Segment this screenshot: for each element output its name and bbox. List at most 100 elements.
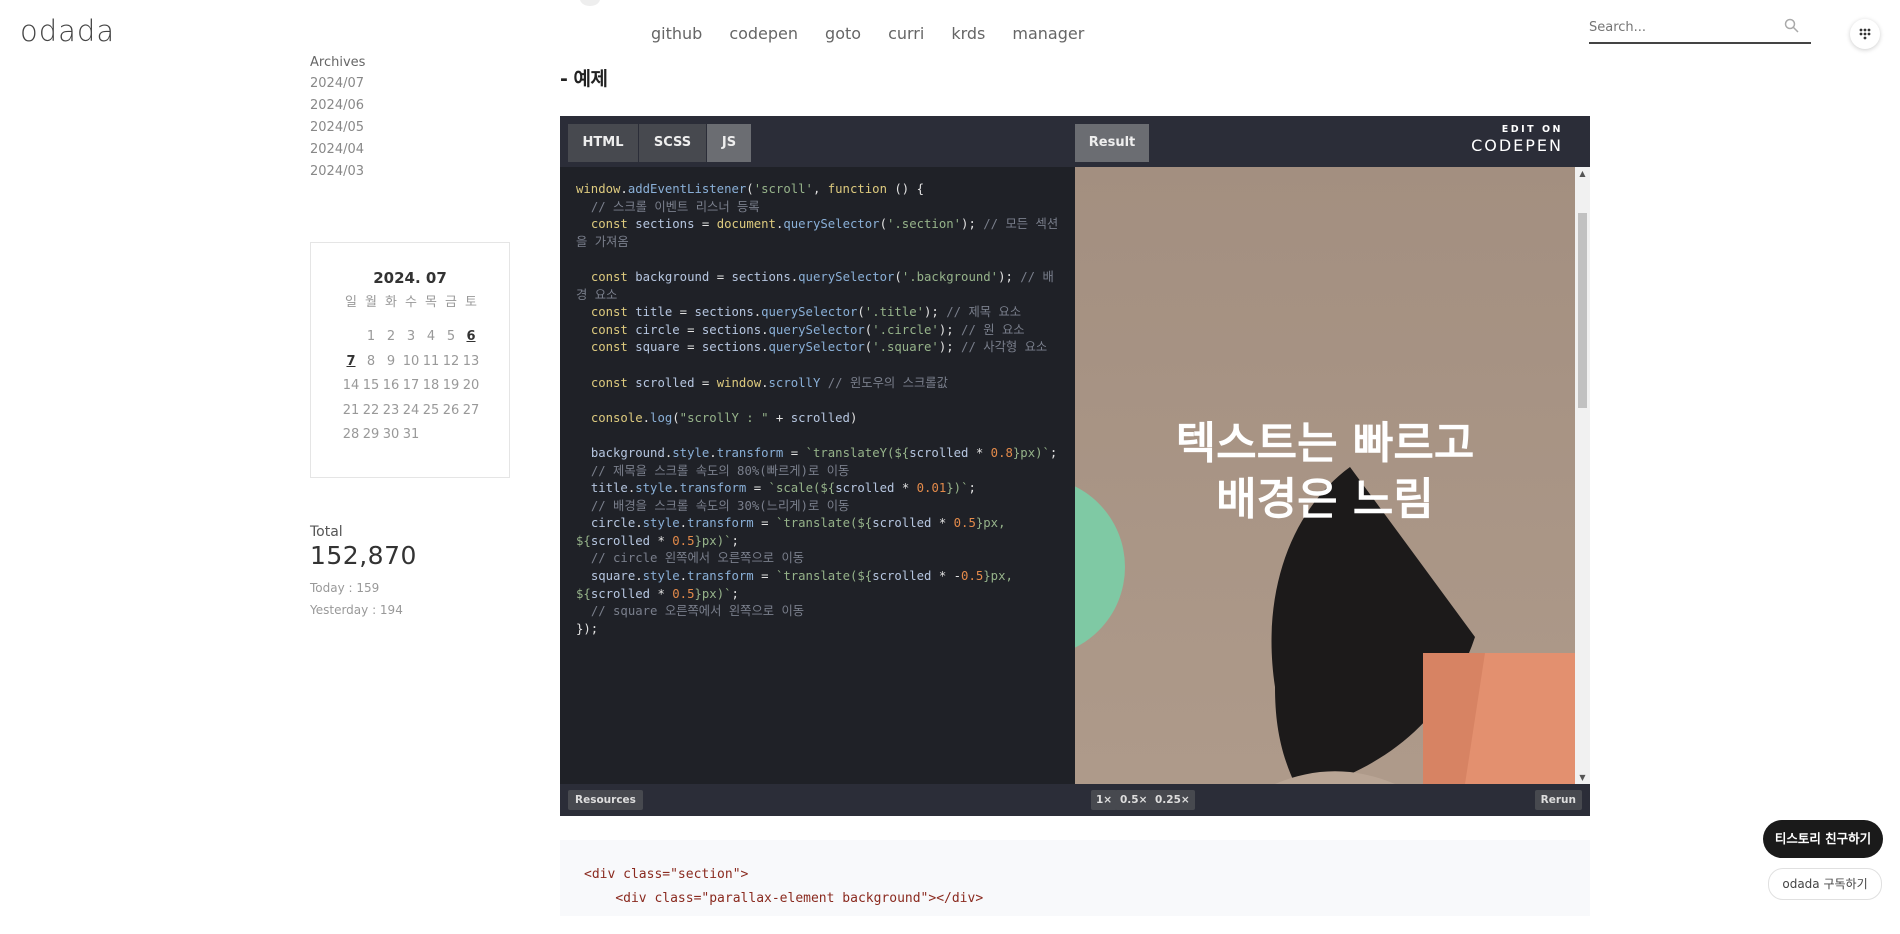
counter-yesterday: Yesterday : 194: [310, 603, 403, 617]
calendar-day[interactable]: 20: [461, 376, 481, 401]
calendar-grid: 1 2 3 4 5 6 7 8 9 10 11 12 13 14 15 16 17 18 19 20 21 22 23 24 2…: [341, 327, 509, 450]
sidebar-archives: Archives 2024/07 2024/06 2024/05 2024/04…: [310, 55, 510, 183]
nav-item-krds[interactable]: krds: [951, 24, 985, 43]
calendar-day: [421, 425, 441, 450]
calendar-day[interactable]: 29: [361, 425, 381, 450]
calendar-day[interactable]: 24: [401, 401, 421, 426]
calendar-day[interactable]: 10: [401, 352, 421, 377]
calendar-day[interactable]: 27: [461, 401, 481, 426]
nav-item-manager[interactable]: manager: [1012, 24, 1084, 43]
calendar-day[interactable]: 15: [361, 376, 381, 401]
zoom-half-button[interactable]: 0.5×: [1115, 790, 1153, 810]
scroll-down-icon[interactable]: ▼: [1578, 773, 1587, 782]
search-icon[interactable]: [1784, 18, 1799, 37]
tistory-invite-button[interactable]: 티스토리 친구하기: [1763, 820, 1883, 858]
calendar-day[interactable]: 21: [341, 401, 361, 426]
calendar-day[interactable]: 19: [441, 376, 461, 401]
calendar-day: [341, 327, 361, 352]
code-line-2: <div class="parallax-element background"…: [615, 891, 984, 906]
result-title-line2: 배경은 느림: [1216, 474, 1434, 525]
calendar-day[interactable]: 17: [401, 376, 421, 401]
zoom-1x-button[interactable]: 1×: [1091, 790, 1118, 810]
calendar-day: [461, 425, 481, 450]
search-box: [1589, 16, 1811, 44]
calendar-day[interactable]: 3: [401, 327, 421, 352]
calendar-day[interactable]: 13: [461, 352, 481, 377]
pen-toolbar: HTML SCSS JS Result EDIT ON CODEPEN: [560, 116, 1590, 167]
archive-link[interactable]: 2024/03: [310, 161, 510, 183]
tab-scss[interactable]: SCSS: [639, 124, 706, 162]
edit-on-label: EDIT ON: [1501, 124, 1563, 135]
nav-item-goto[interactable]: goto: [825, 24, 861, 43]
edit-on-codepen-link[interactable]: EDIT ON CODEPEN: [1471, 124, 1563, 155]
calendar-widget: 2024. 07 일월화수목금토 1 2 3 4 5 6 7 8 9 10 11 12 13 14 15 16…: [310, 242, 510, 478]
calendar-day[interactable]: 6: [461, 327, 481, 352]
calendar-day[interactable]: 7: [341, 352, 361, 377]
header-decoration: [580, 0, 600, 6]
calendar-day[interactable]: 30: [381, 425, 401, 450]
menu-button[interactable]: [1850, 19, 1880, 49]
result-preview[interactable]: 텍스트는 빠르고 배경은 느림 ▲ ▼: [1075, 167, 1590, 784]
html-code-block: <div class="section"> <div class="parall…: [560, 840, 1590, 916]
subscribe-button[interactable]: odada 구독하기: [1768, 868, 1882, 900]
code-line-1: <div class="section">: [584, 867, 749, 882]
calendar-weekday: 월: [365, 295, 377, 310]
calendar-day[interactable]: 14: [341, 376, 361, 401]
section-heading: - 예제: [560, 68, 608, 90]
site-logo[interactable]: odada: [20, 14, 115, 48]
calendar-weekday: 일: [345, 295, 357, 310]
tab-js[interactable]: JS: [707, 124, 751, 162]
calendar-day[interactable]: 4: [421, 327, 441, 352]
calendar-weekday: 화: [385, 295, 397, 310]
archive-link[interactable]: 2024/05: [310, 117, 510, 139]
calendar-weekday: 토: [465, 295, 477, 310]
result-title-line1: 텍스트는 빠르고: [1175, 418, 1475, 469]
scroll-up-icon[interactable]: ▲: [1578, 169, 1587, 178]
calendar-day[interactable]: 9: [381, 352, 401, 377]
resources-button[interactable]: Resources: [568, 790, 643, 810]
codepen-wordmark: CODEPEN: [1471, 136, 1563, 155]
grid-dots-icon: [1859, 28, 1871, 40]
calendar-day: [441, 425, 461, 450]
calendar-day[interactable]: 28: [341, 425, 361, 450]
calendar-day[interactable]: 16: [381, 376, 401, 401]
calendar-title: 2024. 07: [373, 269, 447, 287]
site-header: odada github codepen goto curri krds man…: [0, 0, 1900, 64]
visitor-counter: Total 152,870 Today : 159 Yesterday : 19…: [310, 524, 417, 617]
calendar-weekday: 목: [425, 295, 437, 310]
nav-item-curri[interactable]: curri: [888, 24, 924, 43]
calendar-day[interactable]: 8: [361, 352, 381, 377]
calendar-day[interactable]: 12: [441, 352, 461, 377]
archive-link[interactable]: 2024/06: [310, 95, 510, 117]
calendar-weekdays: 일월화수목금토: [341, 295, 509, 331]
counter-today: Today : 159: [310, 581, 380, 595]
counter-total: 152,870: [310, 541, 417, 570]
nav-item-codepen[interactable]: codepen: [729, 24, 798, 43]
calendar-day[interactable]: 31: [401, 425, 421, 450]
js-code: window.addEventListener('scroll', functi…: [576, 182, 1059, 636]
nav-item-github[interactable]: github: [651, 24, 702, 43]
codepen-embed: HTML SCSS JS Result EDIT ON CODEPEN wind…: [560, 116, 1590, 816]
calendar-day[interactable]: 2: [381, 327, 401, 352]
tab-result[interactable]: Result: [1075, 124, 1149, 162]
calendar-day[interactable]: 11: [421, 352, 441, 377]
calendar-day[interactable]: 25: [421, 401, 441, 426]
calendar-day[interactable]: 26: [441, 401, 461, 426]
calendar-weekday: 금: [445, 295, 457, 310]
calendar-day[interactable]: 1: [361, 327, 381, 352]
archive-link[interactable]: 2024/04: [310, 139, 510, 161]
rerun-button[interactable]: Rerun: [1534, 790, 1582, 810]
archives-title: Archives: [310, 55, 366, 70]
tab-html[interactable]: HTML: [568, 124, 638, 162]
scrollbar-thumb[interactable]: [1578, 213, 1587, 408]
search-input[interactable]: [1589, 16, 1779, 39]
archive-link[interactable]: 2024/07: [310, 73, 510, 95]
result-title: 텍스트는 빠르고 배경은 느림: [1095, 416, 1555, 528]
calendar-day[interactable]: 5: [441, 327, 461, 352]
zoom-quarter-button[interactable]: 0.25×: [1150, 790, 1195, 810]
calendar-day[interactable]: 23: [381, 401, 401, 426]
calendar-day[interactable]: 18: [421, 376, 441, 401]
calendar-day[interactable]: 22: [361, 401, 381, 426]
result-scrollbar[interactable]: ▲ ▼: [1575, 167, 1590, 784]
code-panel[interactable]: window.addEventListener('scroll', functi…: [560, 167, 1075, 784]
